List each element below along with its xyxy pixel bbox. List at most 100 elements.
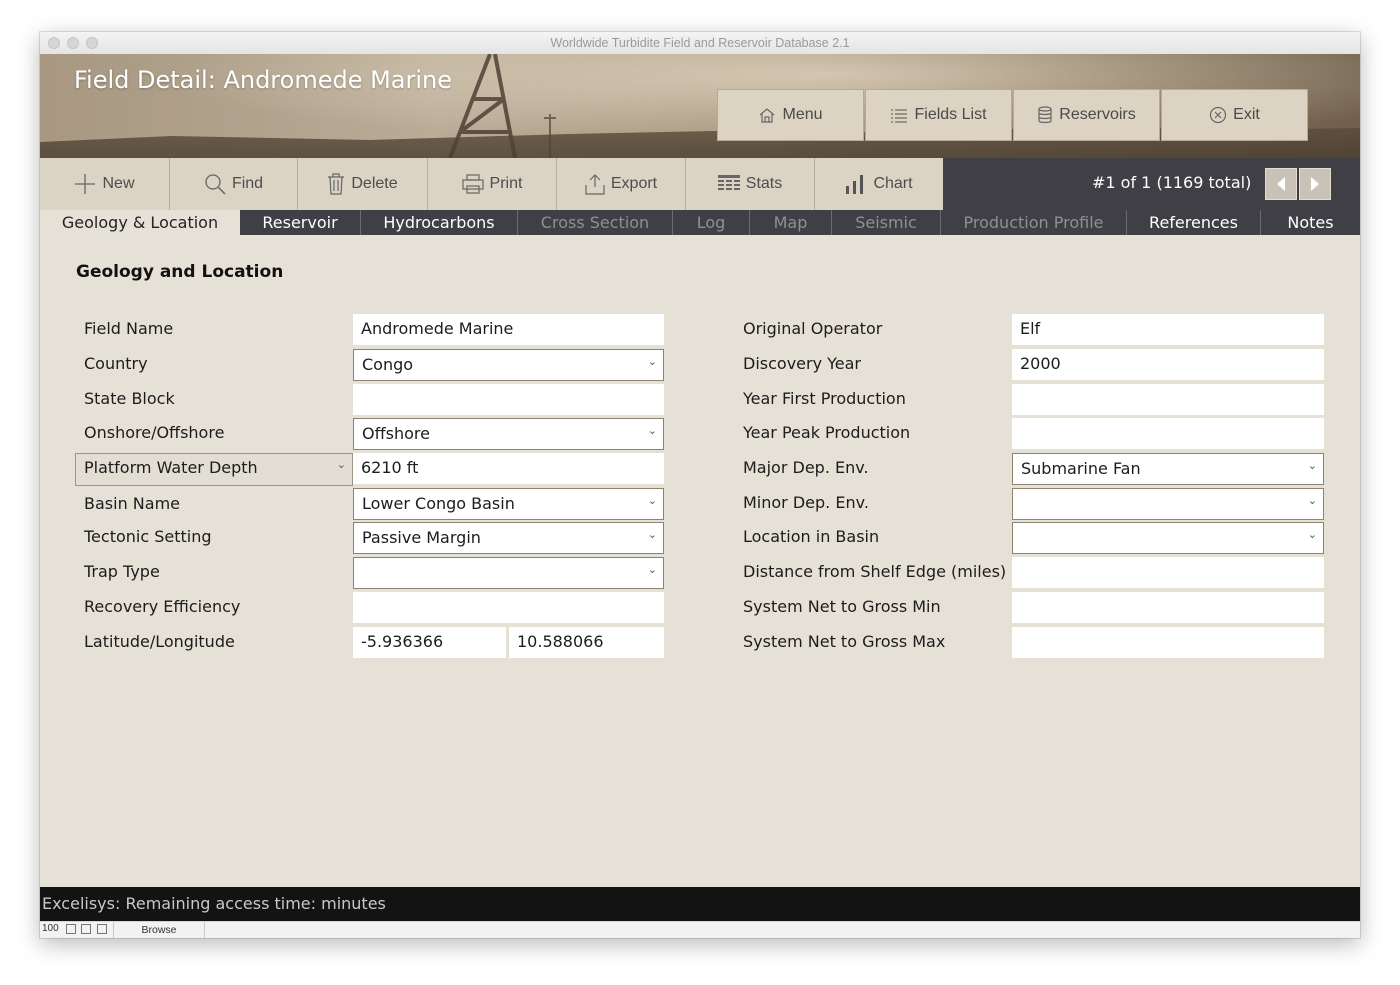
chevron-down-icon: ⌄ xyxy=(647,563,657,576)
delete-button-label: Delete xyxy=(351,175,398,192)
tab-map: Map xyxy=(750,210,832,235)
platform-water-depth-input[interactable]: 6210 ft xyxy=(353,453,664,484)
stats-button[interactable]: Stats xyxy=(686,158,815,210)
record-counter: #1 of 1 (1169 total) xyxy=(1092,173,1252,192)
reservoirs-button-label: Reservoirs xyxy=(1059,106,1136,123)
zoom-level[interactable]: 100 xyxy=(42,923,59,934)
table-icon xyxy=(717,175,740,190)
chevron-down-icon: ⌄ xyxy=(1307,528,1317,541)
state-block-label: State Block xyxy=(84,389,175,408)
distance-shelf-edge-input[interactable] xyxy=(1012,557,1324,588)
location-in-basin-select[interactable]: ⌄ xyxy=(1012,522,1324,554)
tab-production-profile: Production Profile xyxy=(941,210,1127,235)
year-peak-production-label: Year Peak Production xyxy=(743,423,911,442)
status-bar: Excelisys: Remaining access time: minute… xyxy=(40,887,1360,921)
trash-icon xyxy=(328,173,345,195)
reservoirs-button[interactable]: Reservoirs xyxy=(1013,89,1160,141)
discovery-year-label: Discovery Year xyxy=(743,354,862,373)
original-operator-label: Original Operator xyxy=(743,319,883,338)
chevron-down-icon: ⌄ xyxy=(336,458,346,471)
tab-seismic: Seismic xyxy=(832,210,941,235)
nav-buttons: Menu Fields List Reservoirs Exit xyxy=(717,89,1309,141)
tab-geology-location[interactable]: Geology & Location xyxy=(40,210,240,235)
tab-references[interactable]: References xyxy=(1127,210,1261,235)
country-label: Country xyxy=(84,354,148,373)
arrow-right-icon xyxy=(1311,177,1319,191)
previous-record-button[interactable] xyxy=(1265,168,1297,200)
year-first-production-label: Year First Production xyxy=(743,389,906,408)
zoom-out-icon[interactable] xyxy=(66,924,76,934)
status-text: Excelisys: Remaining access time: minute… xyxy=(42,894,386,913)
discovery-year-input[interactable]: 2000 xyxy=(1012,349,1324,380)
tab-hydrocarbons[interactable]: Hydrocarbons xyxy=(361,210,518,235)
chevron-down-icon: ⌄ xyxy=(1307,459,1317,472)
toolbar-toggle-icon[interactable] xyxy=(97,924,107,934)
close-circle-icon xyxy=(1210,106,1227,124)
year-first-production-input[interactable] xyxy=(1012,384,1324,415)
arrow-left-icon xyxy=(1277,177,1285,191)
title-bar: Worldwide Turbidite Field and Reservoir … xyxy=(40,32,1360,55)
page-title: Field Detail: Andromede Marine xyxy=(74,66,453,94)
print-button-label: Print xyxy=(489,175,523,192)
exit-button-label: Exit xyxy=(1233,106,1260,123)
country-select[interactable]: Congo ⌄ xyxy=(353,349,664,381)
major-dep-env-value: Submarine Fan xyxy=(1021,459,1141,478)
app-window: Worldwide Turbidite Field and Reservoir … xyxy=(40,32,1360,938)
chevron-down-icon: ⌄ xyxy=(647,494,657,507)
list-icon xyxy=(891,109,908,123)
tab-reservoir[interactable]: Reservoir xyxy=(240,210,361,235)
tectonic-setting-select[interactable]: Passive Margin ⌄ xyxy=(353,522,664,554)
chevron-down-icon: ⌄ xyxy=(647,424,657,437)
latitude-longitude-label: Latitude/Longitude xyxy=(84,632,235,651)
state-block-input[interactable] xyxy=(353,384,664,415)
basin-name-select[interactable]: Lower Congo Basin ⌄ xyxy=(353,488,664,520)
longitude-input[interactable]: 10.588066 xyxy=(509,627,664,658)
onshore-offshore-select[interactable]: Offshore ⌄ xyxy=(353,418,664,450)
delete-button[interactable]: Delete xyxy=(298,158,428,210)
next-record-button[interactable] xyxy=(1299,168,1331,200)
major-dep-env-select[interactable]: Submarine Fan ⌄ xyxy=(1012,453,1324,485)
zoom-in-icon[interactable] xyxy=(81,924,91,934)
plus-icon xyxy=(75,174,96,194)
search-icon xyxy=(205,174,226,195)
distance-shelf-edge-label: Distance from Shelf Edge (miles) xyxy=(743,562,1007,581)
tab-bar: Geology & Location Reservoir Hydrocarbon… xyxy=(40,210,1360,235)
stats-button-label: Stats xyxy=(745,175,783,192)
minor-dep-env-select[interactable]: ⌄ xyxy=(1012,488,1324,520)
chevron-down-icon: ⌄ xyxy=(1307,494,1317,507)
tab-notes[interactable]: Notes xyxy=(1261,210,1360,235)
net-to-gross-min-input[interactable] xyxy=(1012,592,1324,623)
chevron-down-icon: ⌄ xyxy=(647,355,657,368)
find-button[interactable]: Find xyxy=(170,158,298,210)
chart-button-label: Chart xyxy=(873,175,913,192)
tectonic-setting-label: Tectonic Setting xyxy=(84,527,212,546)
chevron-down-icon: ⌄ xyxy=(647,528,657,541)
chart-button[interactable]: Chart xyxy=(815,158,943,210)
database-icon xyxy=(1038,106,1052,124)
new-button[interactable]: New xyxy=(40,158,170,210)
net-to-gross-max-input[interactable] xyxy=(1012,627,1324,658)
year-peak-production-input[interactable] xyxy=(1012,418,1324,449)
print-button[interactable]: Print xyxy=(428,158,557,210)
recovery-efficiency-input[interactable] xyxy=(353,592,664,623)
net-to-gross-min-label: System Net to Gross Min xyxy=(743,597,941,616)
find-button-label: Find xyxy=(231,175,264,192)
trap-type-select[interactable]: ⌄ xyxy=(353,557,664,589)
major-dep-env-label: Major Dep. Env. xyxy=(743,458,869,477)
section-title: Geology and Location xyxy=(76,262,284,282)
menu-button[interactable]: Menu xyxy=(717,89,864,141)
field-name-input[interactable]: Andromede Marine xyxy=(353,314,664,345)
tab-log: Log xyxy=(673,210,750,235)
minor-dep-env-label: Minor Dep. Env. xyxy=(743,493,869,512)
bar-chart-icon xyxy=(846,175,864,194)
onshore-offshore-label: Onshore/Offshore xyxy=(84,423,225,442)
field-name-label: Field Name xyxy=(84,319,174,338)
new-button-label: New xyxy=(102,175,135,192)
export-button[interactable]: Export xyxy=(557,158,686,210)
latitude-input[interactable]: -5.936366 xyxy=(353,627,506,658)
mode-indicator[interactable]: Browse xyxy=(113,922,205,938)
recovery-efficiency-label: Recovery Efficiency xyxy=(84,597,241,616)
exit-button[interactable]: Exit xyxy=(1161,89,1308,141)
original-operator-input[interactable]: Elf xyxy=(1012,314,1324,345)
fields-list-button[interactable]: Fields List xyxy=(865,89,1012,141)
